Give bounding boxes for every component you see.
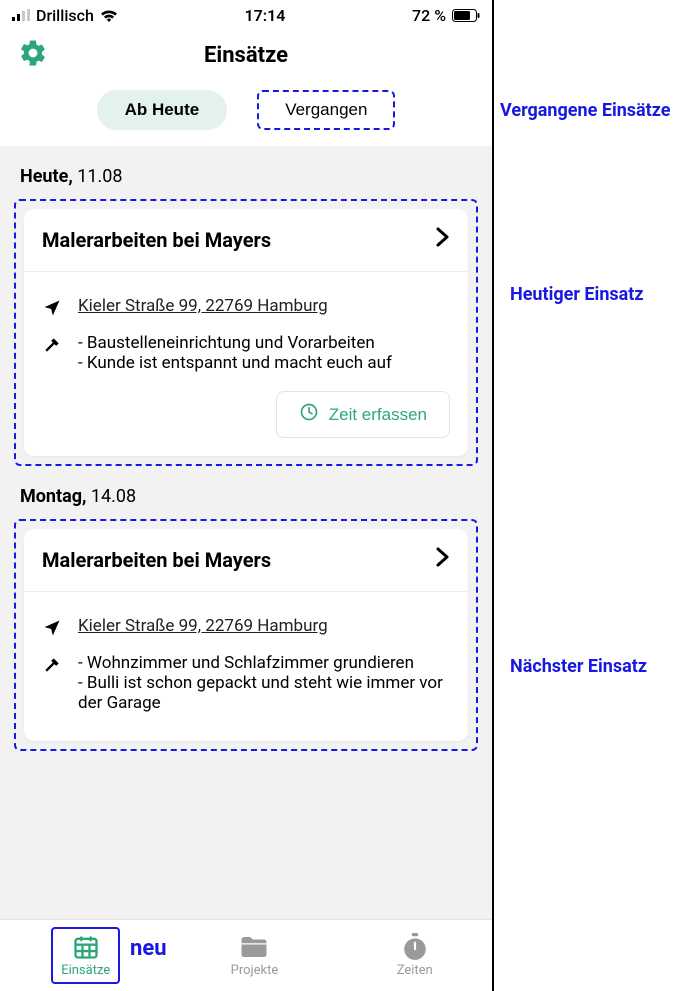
assignment-title: Malerarbeiten bei Mayers — [42, 548, 271, 572]
day-header-today: Heute, 11.08 — [0, 146, 492, 199]
tab-label: Einsätze — [61, 963, 110, 978]
tab-projekte[interactable]: Projekte — [223, 929, 287, 982]
annotation-neu: neu — [130, 936, 167, 961]
clock-label: 17:14 — [245, 6, 286, 25]
assignment-address-link[interactable]: Kieler Straße 99, 22769 Hamburg — [78, 616, 328, 636]
assignment-notes: Wohnzimmer und Schlafzimmer grundieren B… — [78, 653, 450, 713]
annotation-next: Nächster Einsatz — [510, 656, 647, 677]
calendar-icon — [72, 933, 100, 961]
assignment-card[interactable]: Malerarbeiten bei Mayers Kieler Straße 9… — [24, 529, 468, 741]
bottom-tabbar: Einsätze Projekte Zeiten — [0, 919, 492, 991]
chevron-right-icon — [436, 227, 450, 253]
assignment-card-today-highlight: Malerarbeiten bei Mayers Kieler Straße 9… — [14, 199, 478, 466]
status-bar: Drillisch 17:14 72 % — [0, 0, 492, 30]
tab-einsaetze[interactable]: Einsätze — [51, 927, 120, 984]
tab-ab-heute[interactable]: Ab Heute — [97, 90, 228, 130]
tab-label: Projekte — [231, 963, 279, 978]
day-header-next: Montag, 14.08 — [0, 466, 492, 519]
assignment-card[interactable]: Malerarbeiten bei Mayers Kieler Straße 9… — [24, 209, 468, 456]
annotation-today: Heutiger Einsatz — [510, 284, 644, 305]
segmented-control: Ab Heute Vergangen — [0, 80, 492, 146]
folder-icon — [239, 933, 269, 961]
assignment-notes: Baustelleneinrichtung und Vorarbeiten Ku… — [78, 333, 392, 373]
stopwatch-icon — [402, 933, 428, 961]
track-time-button[interactable]: Zeit erfassen — [276, 391, 450, 438]
chevron-right-icon — [436, 547, 450, 573]
tab-zeiten[interactable]: Zeiten — [389, 929, 441, 982]
cellular-signal-icon — [12, 9, 30, 21]
hammer-icon — [42, 655, 64, 680]
tab-vergangen[interactable]: Vergangen — [257, 90, 395, 130]
assignment-title: Malerarbeiten bei Mayers — [42, 228, 271, 252]
app-header: Einsätze — [0, 30, 492, 80]
assignments-scroll[interactable]: Heute, 11.08 Malerarbeiten bei Mayers Ki… — [0, 146, 492, 919]
assignment-card-next-highlight: Malerarbeiten bei Mayers Kieler Straße 9… — [14, 519, 478, 751]
battery-percent-label: 72 % — [412, 6, 446, 25]
tab-label: Zeiten — [397, 963, 433, 978]
carrier-label: Drillisch — [36, 6, 94, 25]
clock-icon — [299, 402, 319, 427]
hammer-icon — [42, 335, 64, 360]
assignment-address-link[interactable]: Kieler Straße 99, 22769 Hamburg — [78, 296, 328, 316]
wifi-icon — [100, 9, 118, 22]
gear-icon[interactable] — [18, 38, 48, 72]
battery-icon — [452, 9, 480, 22]
location-arrow-icon — [42, 298, 64, 323]
location-arrow-icon — [42, 618, 64, 643]
annotation-past: Vergangene Einsätze — [500, 100, 671, 121]
track-time-label: Zeit erfassen — [329, 405, 427, 425]
page-title: Einsätze — [0, 43, 492, 68]
